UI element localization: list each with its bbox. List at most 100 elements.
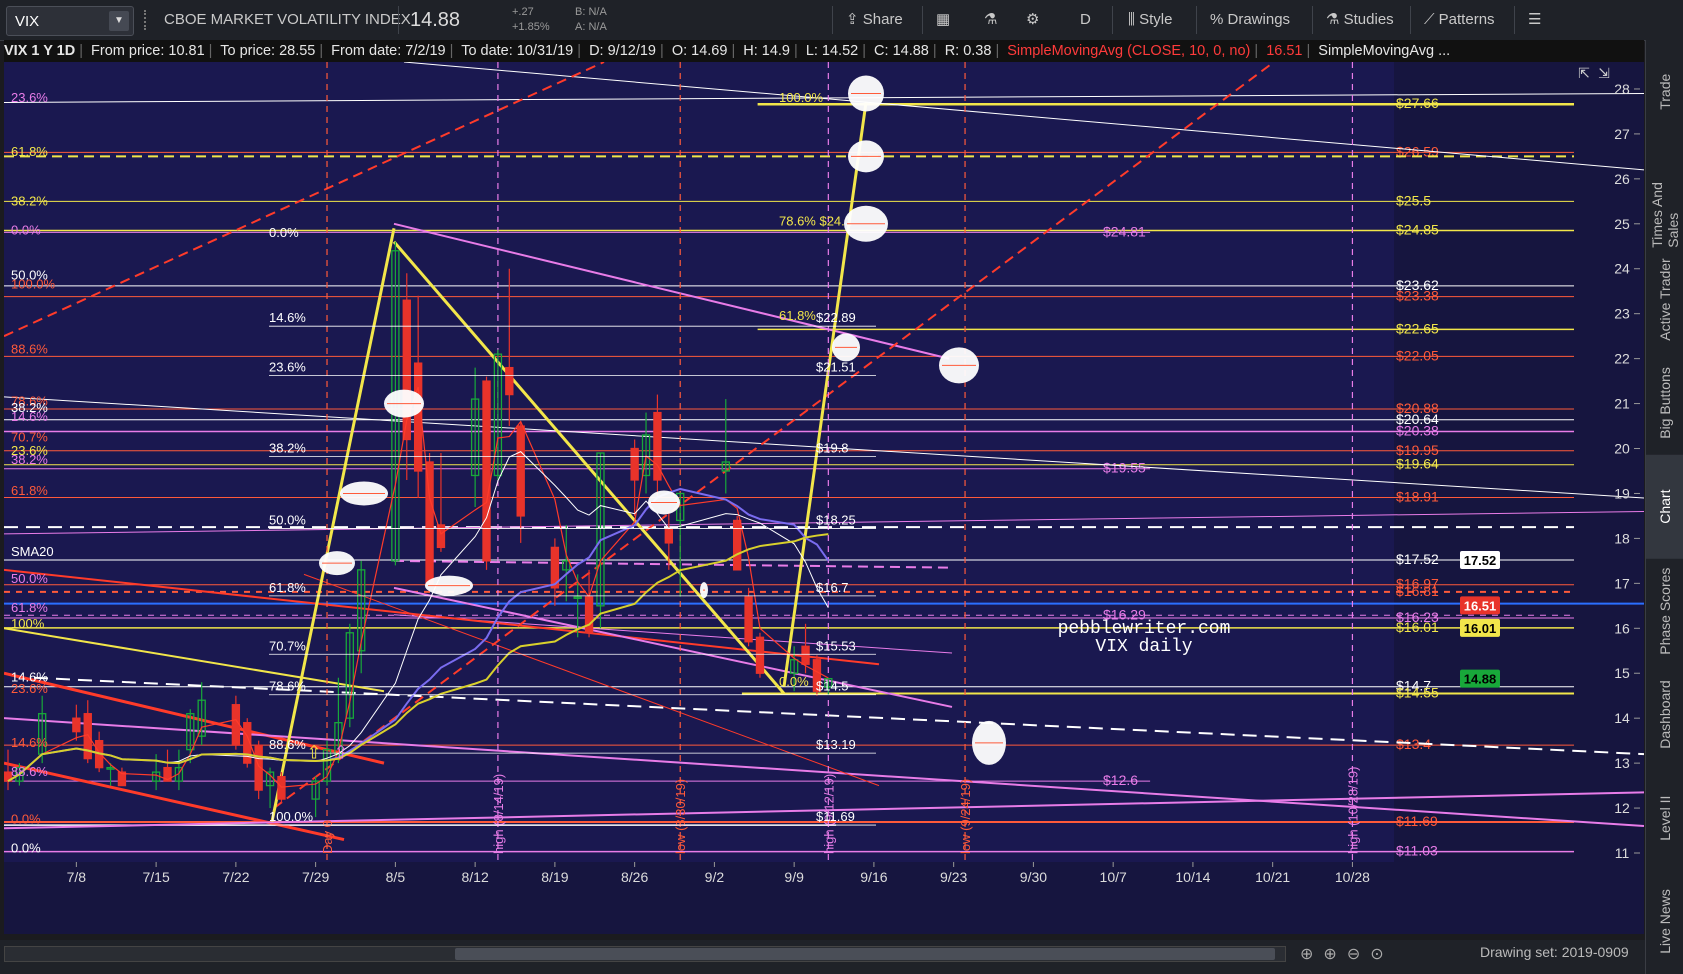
- level-label: $18.91: [1396, 489, 1439, 505]
- fib-label: 61.8%: [779, 308, 816, 323]
- tab-trade[interactable]: Trade: [1646, 40, 1683, 144]
- study-sma10-value: 16.51: [1266, 43, 1303, 59]
- y-tick-label: 15: [1614, 665, 1630, 681]
- fib-price-label: $13.19: [816, 737, 856, 752]
- fib-label: 0.0%: [11, 841, 41, 856]
- candle-body[interactable]: [801, 645, 810, 665]
- flask-icon: ⚗: [984, 11, 998, 28]
- fib-label: 23.6%: [11, 681, 48, 696]
- top-toolbar: VIX ▼ CBOE MARKET VOLATILITY INDEX 14.88…: [0, 0, 1683, 41]
- grip-icon[interactable]: [144, 10, 152, 30]
- grid-button[interactable]: ▦: [936, 0, 950, 40]
- studies-button[interactable]: ⚗ Studies: [1326, 0, 1394, 40]
- date-marker-label: high (8/14/19): [491, 774, 506, 854]
- candle-body[interactable]: [482, 380, 491, 562]
- x-tick-label: 10/14: [1175, 869, 1210, 885]
- flask-icon: ⚗: [1326, 11, 1344, 28]
- candle-body[interactable]: [584, 596, 594, 634]
- fib-label: 61.8%: [11, 144, 48, 159]
- flask-button[interactable]: ⚗: [984, 0, 997, 40]
- change-percent: +1.85%: [512, 21, 550, 33]
- crosshair-icon[interactable]: ⊕: [1300, 946, 1323, 963]
- fib-label: 38.2%: [11, 452, 48, 467]
- tab-active-trader[interactable]: Active Trader: [1646, 248, 1683, 352]
- toolbar-divider: [398, 6, 399, 34]
- x-tick-label: 8/12: [462, 869, 489, 885]
- fib-label: 14.6%: [11, 735, 48, 750]
- candle-body[interactable]: [630, 447, 639, 481]
- level-label: $20.38: [1396, 422, 1439, 438]
- candle-body[interactable]: [732, 519, 742, 571]
- candle-body[interactable]: [516, 425, 525, 517]
- candle-body[interactable]: [744, 596, 753, 643]
- percent-icon: %: [1210, 11, 1228, 28]
- level-label: $24.81: [1103, 223, 1146, 239]
- zoom-in-icon[interactable]: ⊕: [1323, 946, 1346, 963]
- x-tick-label: 10/21: [1255, 869, 1290, 885]
- patterns-button[interactable]: ⟋ Patterns: [1424, 0, 1495, 40]
- y-tick-label: 19: [1614, 485, 1630, 501]
- x-tick-label: 7/15: [142, 869, 169, 885]
- symbol-dropdown-icon[interactable]: ▼: [109, 11, 129, 31]
- scrollbar-thumb[interactable]: [455, 948, 1275, 960]
- fib-label: 78.6%: [269, 679, 306, 694]
- zoom-out-icon[interactable]: ⊖: [1347, 946, 1370, 963]
- candle-body[interactable]: [231, 704, 241, 746]
- x-tick-label: 7/8: [67, 869, 87, 885]
- chart-area[interactable]: $27.66 $26.59 $25.5 $24.85 $24.81 $23.62 $23.3…: [3, 61, 1645, 934]
- level-label: $19.55: [1103, 460, 1146, 476]
- drawing-set-label: Drawing set: 2019-0909: [1480, 944, 1629, 960]
- candle-body[interactable]: [664, 528, 674, 544]
- symbol-input[interactable]: VIX ▼: [6, 6, 134, 36]
- from-date: From date: 7/2/19: [331, 43, 446, 59]
- price-tag-label: 16.01: [1464, 621, 1497, 636]
- fib-label: 78.6% $24.1: [779, 214, 852, 229]
- bar-high: H: 14.9: [743, 43, 790, 59]
- grid-icon: ▦: [936, 11, 951, 28]
- toolbar-divider: [1514, 6, 1515, 34]
- drawings-label: Drawings: [1227, 11, 1291, 28]
- level-label: $16.81: [1396, 583, 1439, 599]
- menu-button[interactable]: ☰: [1528, 0, 1541, 40]
- toolbar-divider: [1196, 6, 1197, 34]
- toolbar-divider: [1312, 6, 1313, 34]
- tab-live-news[interactable]: Live News: [1646, 870, 1683, 974]
- y-tick-label: 24: [1614, 261, 1630, 277]
- tab-times-and-sales[interactable]: Times And Sales: [1646, 144, 1683, 248]
- tab-phase-scores[interactable]: Phase Scores: [1646, 559, 1683, 663]
- x-tick-label: 8/5: [386, 869, 406, 885]
- time-scrollbar[interactable]: [4, 946, 1286, 962]
- info-divider: |: [577, 43, 582, 59]
- y-tick-label: 21: [1614, 396, 1630, 412]
- tab-level-ii[interactable]: Level II: [1646, 766, 1683, 870]
- toolbar-divider: [1410, 6, 1411, 34]
- candle-body[interactable]: [277, 775, 286, 800]
- x-tick-label: 10/28: [1335, 869, 1370, 885]
- share-icon: ⇪: [846, 11, 863, 28]
- candle-body[interactable]: [72, 717, 81, 733]
- level-label: $23.38: [1396, 288, 1439, 304]
- last-price: 14.88: [410, 9, 461, 31]
- bar-range: R: 0.38: [944, 43, 992, 59]
- candle-body[interactable]: [413, 362, 423, 472]
- zoom-controls[interactable]: ⊕⊕⊖⊙: [1300, 944, 1394, 964]
- share-button[interactable]: ⇪ Share: [846, 0, 903, 40]
- tab-chart[interactable]: Chart: [1646, 455, 1683, 559]
- settings-button[interactable]: ⚙: [1026, 0, 1039, 40]
- price-tag-label: 14.88: [1464, 672, 1497, 687]
- candle-body[interactable]: [425, 461, 434, 584]
- style-button[interactable]: ⫼ Style: [1128, 0, 1172, 40]
- tab-big-buttons[interactable]: Big Buttons: [1646, 351, 1683, 455]
- level-label: $12.6: [1103, 772, 1138, 788]
- candle-body[interactable]: [755, 636, 765, 674]
- tab-dashboard[interactable]: Dashboard: [1646, 663, 1683, 767]
- studies-label: Studies: [1343, 11, 1394, 28]
- zoom-reset-icon[interactable]: ⊙: [1370, 946, 1393, 963]
- candle-body[interactable]: [505, 366, 514, 396]
- period-button[interactable]: D: [1080, 0, 1091, 40]
- x-tick-label: 9/9: [784, 869, 804, 885]
- x-tick-label: 8/19: [541, 869, 568, 885]
- price-chart[interactable]: $27.66$26.59$25.5$24.85$24.81$23.62$23.3…: [3, 61, 1645, 934]
- info-divider: |: [932, 43, 937, 59]
- drawings-button[interactable]: % Drawings: [1210, 0, 1290, 40]
